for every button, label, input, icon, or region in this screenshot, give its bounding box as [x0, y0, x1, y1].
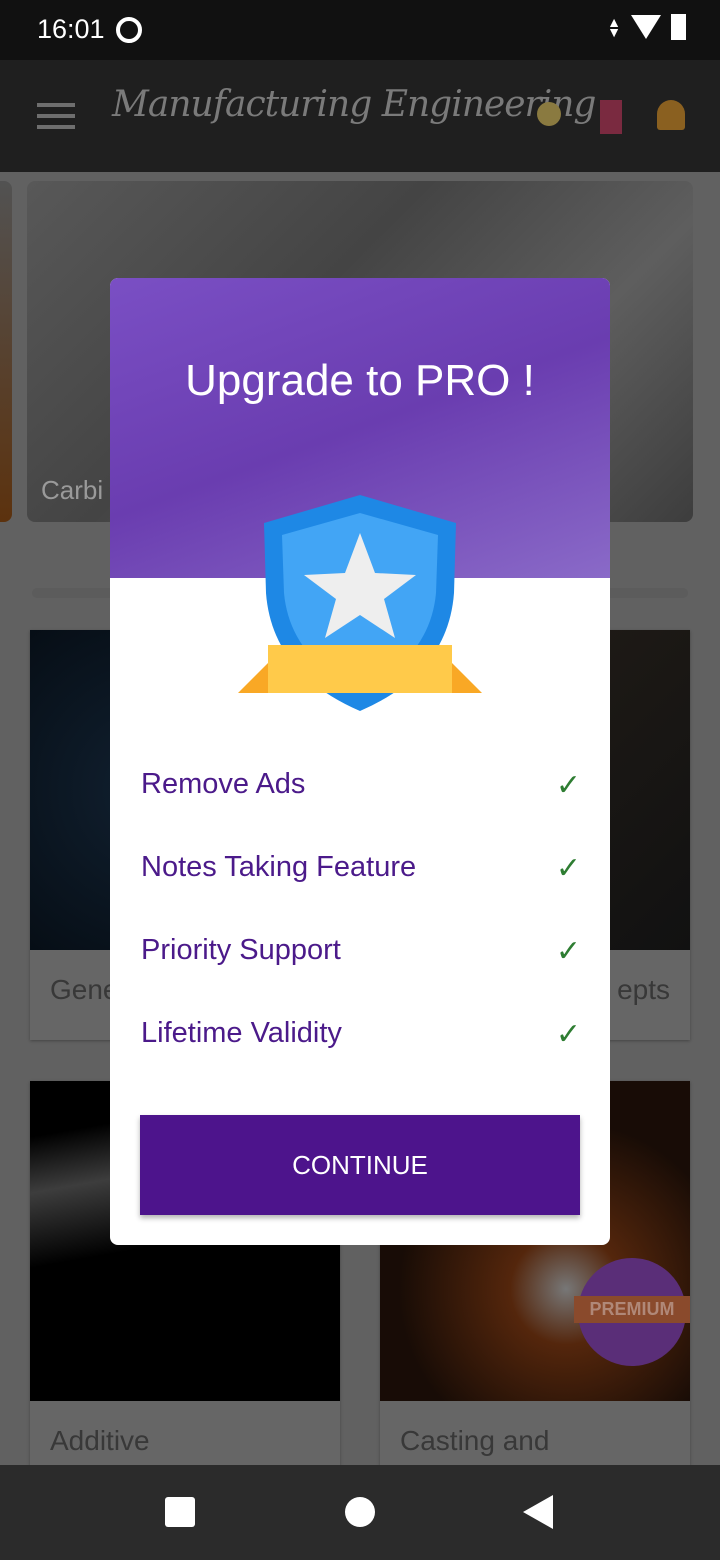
app-bar: Manufacturing Engineering	[0, 60, 720, 172]
recents-button[interactable]	[165, 1497, 195, 1527]
notification-icon	[116, 17, 142, 43]
upgrade-dialog: Upgrade to PRO ! Remove Ads ✓ Notes Takin…	[110, 278, 610, 1245]
menu-icon[interactable]	[37, 103, 75, 136]
premium-label: PREMIUM	[574, 1296, 690, 1323]
wifi-icon	[631, 15, 661, 39]
banner-prev[interactable]	[0, 181, 12, 522]
check-icon: ✓	[555, 769, 581, 802]
feature-item: Lifetime Validity ✓	[141, 1017, 581, 1051]
bookmark-icon[interactable]	[600, 100, 622, 134]
nav-bar	[0, 1465, 720, 1560]
status-bar: 16:01 ▲ ▼	[0, 0, 720, 60]
check-icon: ✓	[555, 935, 581, 968]
battery-icon	[671, 14, 686, 40]
back-button[interactable]	[523, 1495, 553, 1529]
app-title: Manufacturing Engineering	[112, 84, 596, 125]
status-time: 16:01	[37, 14, 105, 44]
premium-badge[interactable]: PREMIUM	[574, 1258, 690, 1366]
feature-label: Remove Ads	[141, 768, 306, 800]
dialog-title: Upgrade to PRO !	[185, 356, 535, 405]
bell-icon[interactable]	[657, 100, 685, 130]
data-icon: ▲ ▼	[607, 14, 621, 40]
banner-caption: Carbi	[41, 475, 104, 505]
feature-label: Lifetime Validity	[141, 1017, 342, 1049]
check-icon: ✓	[555, 852, 581, 885]
continue-button[interactable]: CONTINUE	[140, 1115, 580, 1215]
feature-item: Remove Ads ✓	[141, 768, 581, 802]
feature-item: Priority Support ✓	[141, 934, 581, 968]
search-icon[interactable]	[537, 102, 561, 126]
home-button[interactable]	[345, 1497, 375, 1527]
check-icon: ✓	[555, 1018, 581, 1051]
feature-item: Notes Taking Feature ✓	[141, 851, 581, 885]
shield-star-icon	[238, 495, 482, 711]
feature-label: Notes Taking Feature	[141, 851, 417, 883]
feature-label: Priority Support	[141, 934, 341, 966]
